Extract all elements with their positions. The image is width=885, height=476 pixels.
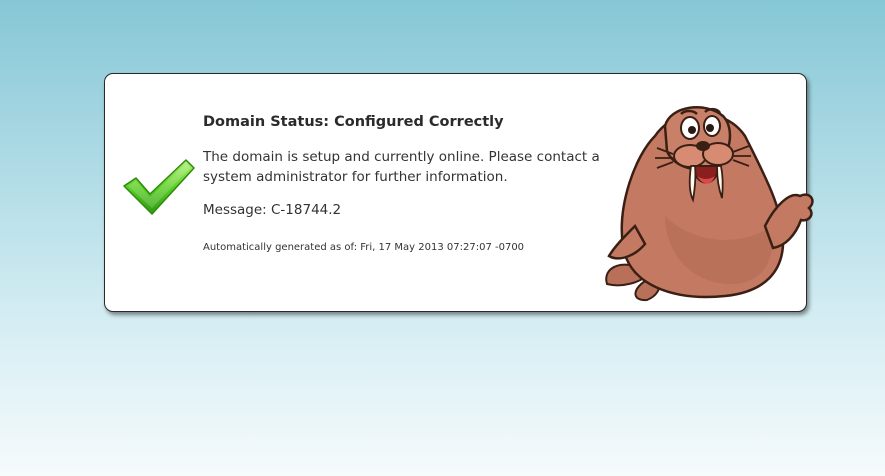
status-description: The domain is setup and currently online…: [203, 149, 600, 185]
status-title: Domain Status: Configured Correctly: [203, 114, 504, 130]
checkmark-icon: [123, 159, 195, 215]
status-message: Message: C-18744.2: [203, 202, 342, 218]
generated-timestamp: Automatically generated as of: Fri, 17 M…: [203, 242, 525, 253]
status-card: Domain Status: Configured Correctly The …: [104, 73, 814, 312]
walrus-mascot: [605, 106, 814, 302]
status-content: Domain Status: Configured Correctly The …: [203, 114, 603, 253]
